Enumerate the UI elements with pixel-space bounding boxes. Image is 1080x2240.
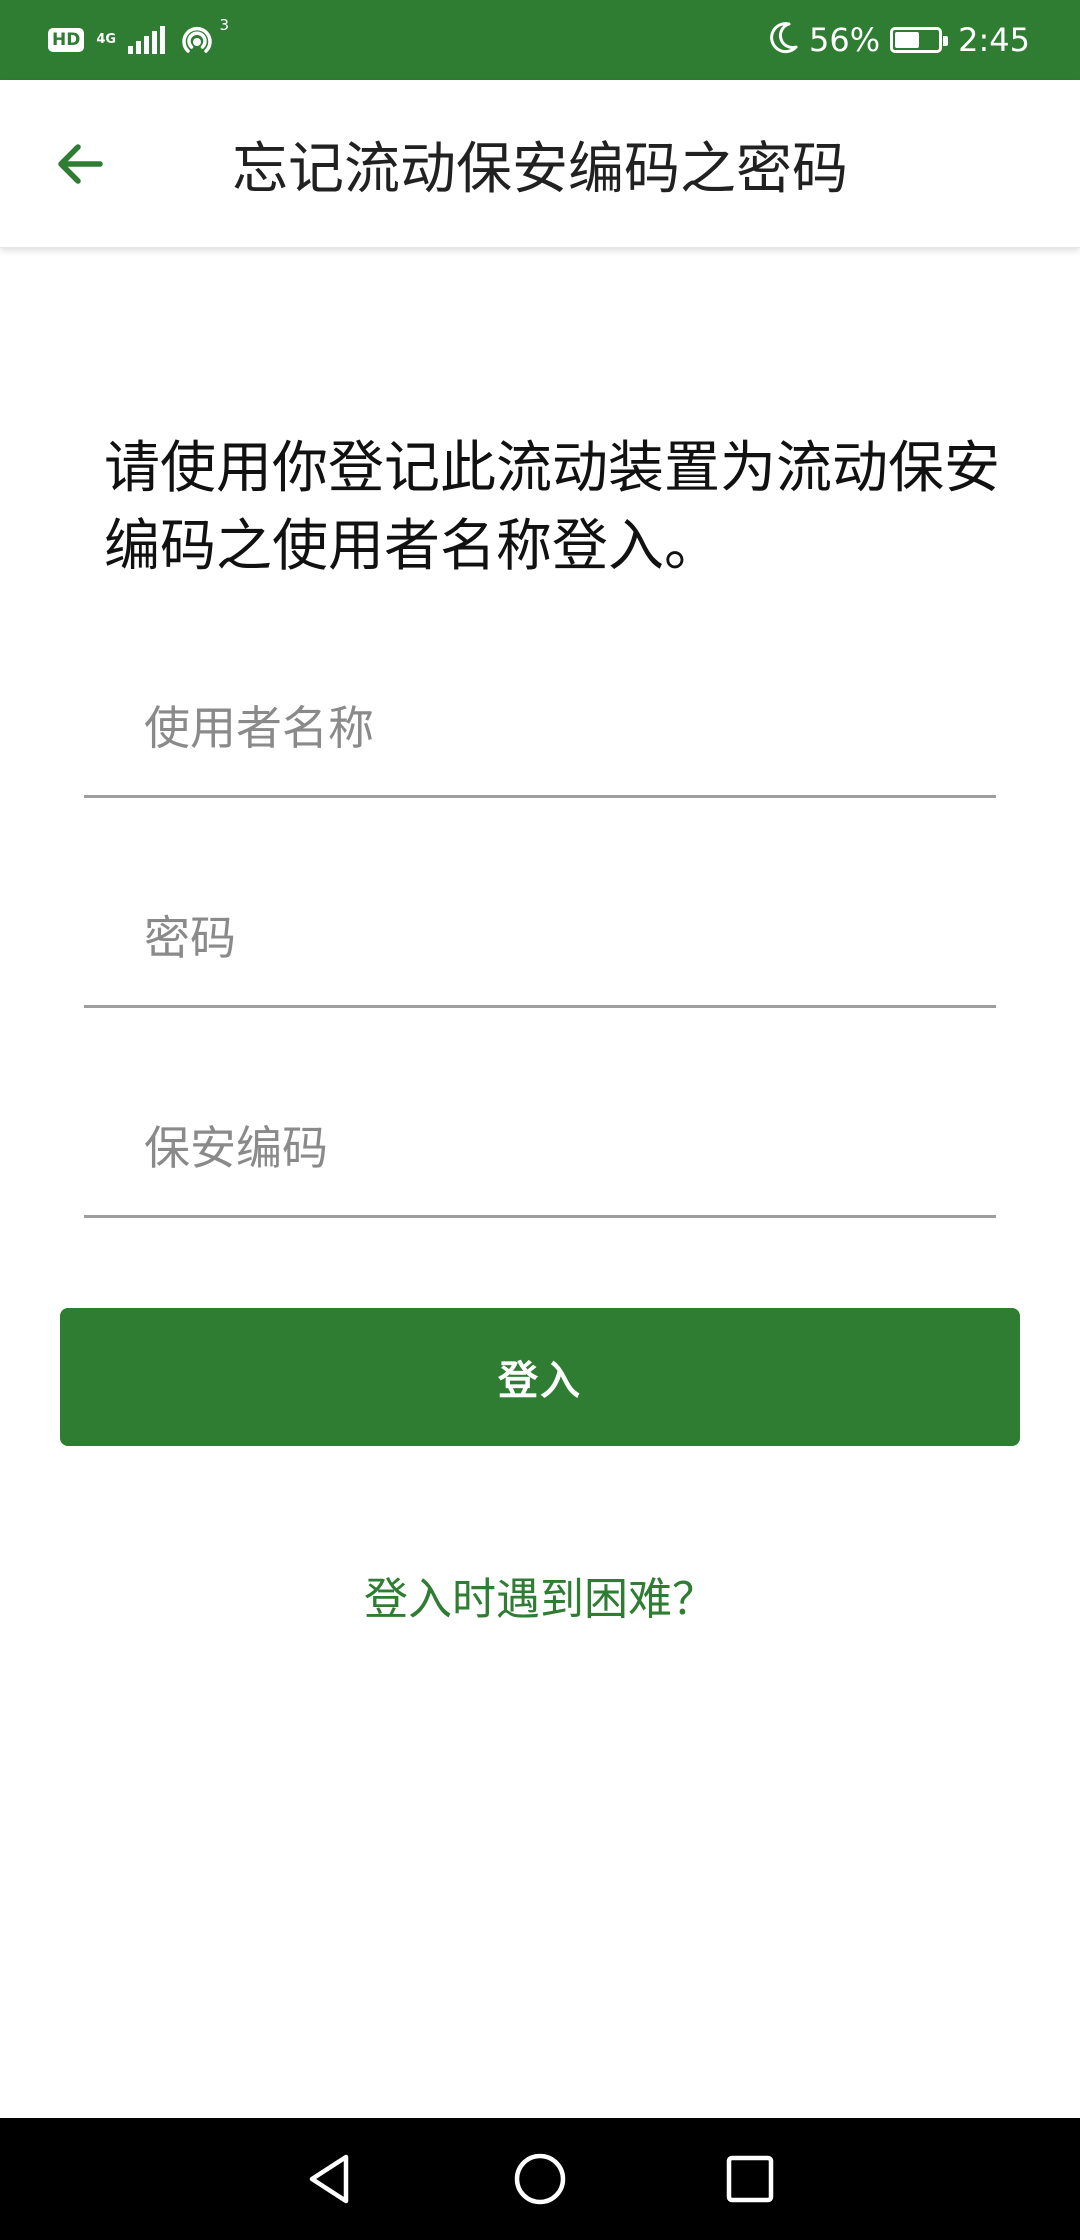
status-bar-right: 56% 2:45 xyxy=(769,18,1030,62)
hotspot-count: 3 xyxy=(219,16,230,34)
nav-back-button[interactable] xyxy=(290,2139,370,2219)
page-title: 忘记流动保安编码之密码 xyxy=(232,136,848,202)
username-field xyxy=(84,670,996,798)
password-field xyxy=(84,880,996,1008)
login-help-link[interactable]: 登入时遇到困难？ xyxy=(0,1565,1080,1635)
app-bar: 忘记流动保安编码之密码 xyxy=(0,80,1080,248)
login-button[interactable]: 登入 xyxy=(60,1308,1020,1446)
hotspot-icon: 3 xyxy=(177,16,229,60)
home-circle-icon xyxy=(514,2153,566,2205)
network-type-label: 4G xyxy=(96,33,116,47)
status-bar: HD 4G 3 56% 2:45 xyxy=(0,0,1080,80)
recents-square-icon xyxy=(726,2155,774,2203)
security-code-input[interactable] xyxy=(144,1108,996,1188)
battery-fill xyxy=(895,32,920,48)
battery-tip xyxy=(943,36,949,46)
battery-icon xyxy=(890,27,949,53)
screen: HD 4G 3 56% 2:45 忘记流动保安编码之密码 请使用你登记此流动装置… xyxy=(0,0,1080,2240)
arrow-left-icon xyxy=(58,144,103,184)
back-triangle-icon xyxy=(309,2154,349,2204)
security-code-field xyxy=(84,1090,996,1218)
username-input[interactable] xyxy=(144,688,996,768)
instruction-text: 请使用你登记此流动装置为流动保安编码之使用者名称登入。 xyxy=(104,436,1000,579)
nav-recents-button[interactable] xyxy=(710,2139,790,2219)
back-button[interactable] xyxy=(40,124,120,204)
navigation-bar xyxy=(0,2118,1080,2240)
nav-home-button[interactable] xyxy=(500,2139,580,2219)
hd-badge: HD xyxy=(48,28,85,52)
battery-percent: 56% xyxy=(809,21,881,59)
clock: 2:45 xyxy=(958,21,1030,59)
status-bar-left: HD 4G 3 xyxy=(48,16,229,62)
network-type-text: 4G xyxy=(96,32,117,47)
password-input[interactable] xyxy=(144,898,996,978)
moon-icon xyxy=(769,21,799,59)
signal-icon xyxy=(128,26,166,54)
